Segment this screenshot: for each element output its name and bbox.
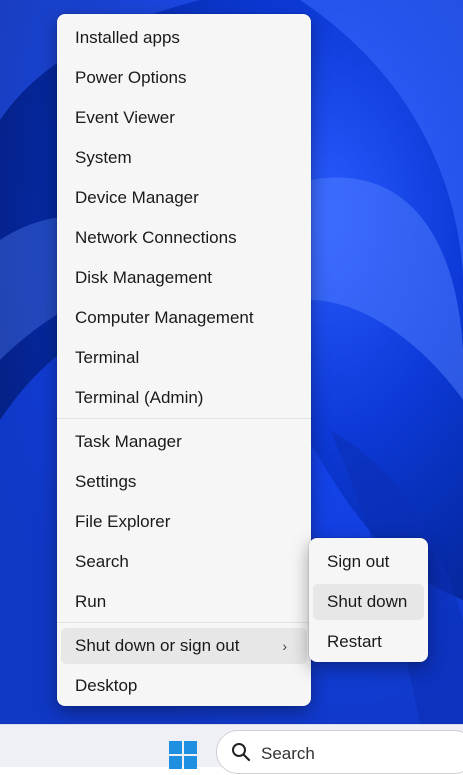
menu-item-device-manager[interactable]: Device Manager <box>61 180 307 216</box>
menu-item-label: Search <box>75 552 129 571</box>
menu-item-label: Network Connections <box>75 228 237 247</box>
menu-item-system[interactable]: System <box>61 140 307 176</box>
submenu-item-restart[interactable]: Restart <box>313 624 424 660</box>
winx-context-menu: Installed apps Power Options Event Viewe… <box>57 14 311 706</box>
menu-item-task-manager[interactable]: Task Manager <box>61 424 307 460</box>
menu-item-label: System <box>75 148 132 167</box>
menu-item-label: Power Options <box>75 68 187 87</box>
submenu-item-label: Sign out <box>327 552 390 571</box>
search-label: Search <box>261 744 315 763</box>
menu-item-label: Disk Management <box>75 268 213 287</box>
menu-item-label: Terminal (Admin) <box>75 388 204 407</box>
menu-item-label: Device Manager <box>75 188 199 207</box>
menu-item-run[interactable]: Run <box>61 584 307 620</box>
menu-item-label: Desktop <box>75 676 138 695</box>
menu-item-label: Task Manager <box>75 432 182 451</box>
menu-item-settings[interactable]: Settings <box>61 464 307 500</box>
menu-item-label: Run <box>75 592 107 611</box>
menu-item-desktop[interactable]: Desktop <box>61 668 307 704</box>
menu-item-installed-apps[interactable]: Installed apps <box>61 20 307 56</box>
menu-item-label: Terminal <box>75 348 140 367</box>
submenu-item-sign-out[interactable]: Sign out <box>313 544 424 580</box>
menu-separator <box>57 622 311 623</box>
menu-item-label: Computer Management <box>75 308 254 327</box>
submenu-item-label: Restart <box>327 632 382 651</box>
taskbar-search-box[interactable]: Search <box>216 730 463 774</box>
shutdown-submenu: Sign out Shut down Restart <box>309 538 428 662</box>
menu-separator <box>57 418 311 419</box>
menu-item-label: Installed apps <box>75 28 180 47</box>
menu-item-terminal[interactable]: Terminal <box>61 340 307 376</box>
submenu-item-label: Shut down <box>327 592 408 611</box>
magnifier-icon <box>232 743 251 762</box>
menu-item-search[interactable]: Search <box>61 544 307 580</box>
menu-item-network-connections[interactable]: Network Connections <box>61 220 307 256</box>
menu-item-label: Settings <box>75 472 137 491</box>
menu-item-label: Event Viewer <box>75 108 175 127</box>
menu-item-disk-management[interactable]: Disk Management <box>61 260 307 296</box>
menu-item-event-viewer[interactable]: Event Viewer <box>61 100 307 136</box>
chevron-right-icon: › <box>282 638 287 654</box>
menu-item-power-options[interactable]: Power Options <box>61 60 307 96</box>
menu-item-terminal-admin[interactable]: Terminal (Admin) <box>61 380 307 416</box>
menu-item-label: Shut down or sign out <box>75 636 240 655</box>
menu-item-computer-management[interactable]: Computer Management <box>61 300 307 336</box>
menu-item-file-explorer[interactable]: File Explorer <box>61 504 307 540</box>
menu-item-label: File Explorer <box>75 512 171 531</box>
menu-item-shut-down-or-sign-out[interactable]: Shut down or sign out › <box>61 628 307 664</box>
submenu-item-shut-down[interactable]: Shut down <box>313 584 424 620</box>
